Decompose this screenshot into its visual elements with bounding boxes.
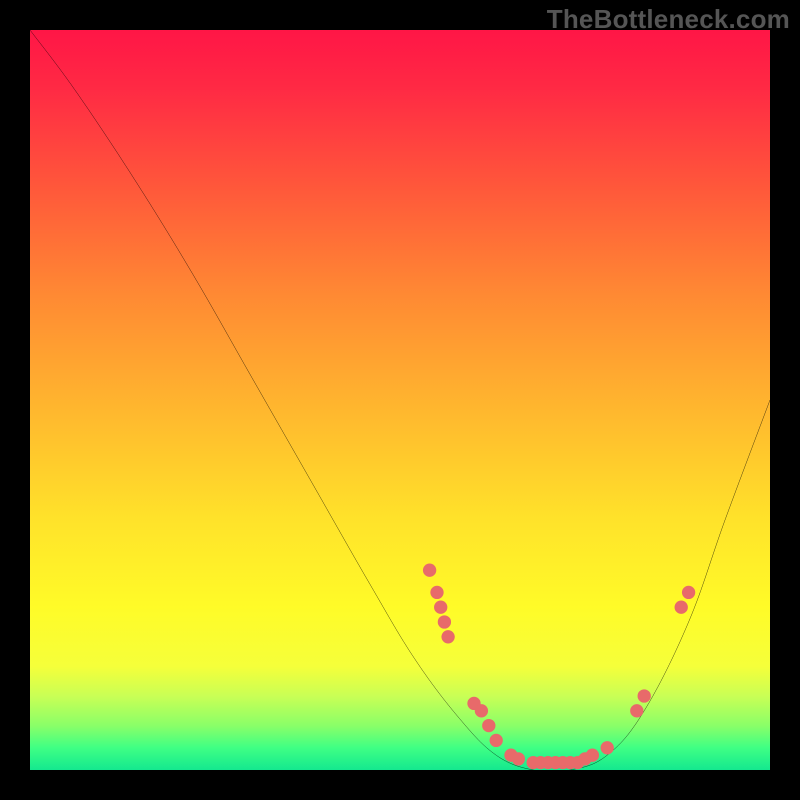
curve-marker — [441, 630, 454, 643]
chart-frame: TheBottleneck.com — [0, 0, 800, 800]
bottleneck-curve — [30, 30, 770, 770]
watermark-text: TheBottleneck.com — [547, 4, 790, 35]
curve-marker — [675, 601, 688, 614]
curve-marker — [423, 564, 436, 577]
curve-marker — [586, 749, 599, 762]
curve-marker — [475, 704, 488, 717]
curve-marker — [512, 752, 525, 765]
curve-markers — [423, 564, 695, 770]
curve-marker — [601, 741, 614, 754]
curve-svg — [30, 30, 770, 770]
curve-marker — [682, 586, 695, 599]
curve-marker — [438, 615, 451, 628]
curve-marker — [630, 704, 643, 717]
curve-marker — [638, 689, 651, 702]
curve-marker — [490, 734, 503, 747]
plot-area — [30, 30, 770, 770]
curve-marker — [482, 719, 495, 732]
curve-marker — [434, 601, 447, 614]
curve-marker — [430, 586, 443, 599]
